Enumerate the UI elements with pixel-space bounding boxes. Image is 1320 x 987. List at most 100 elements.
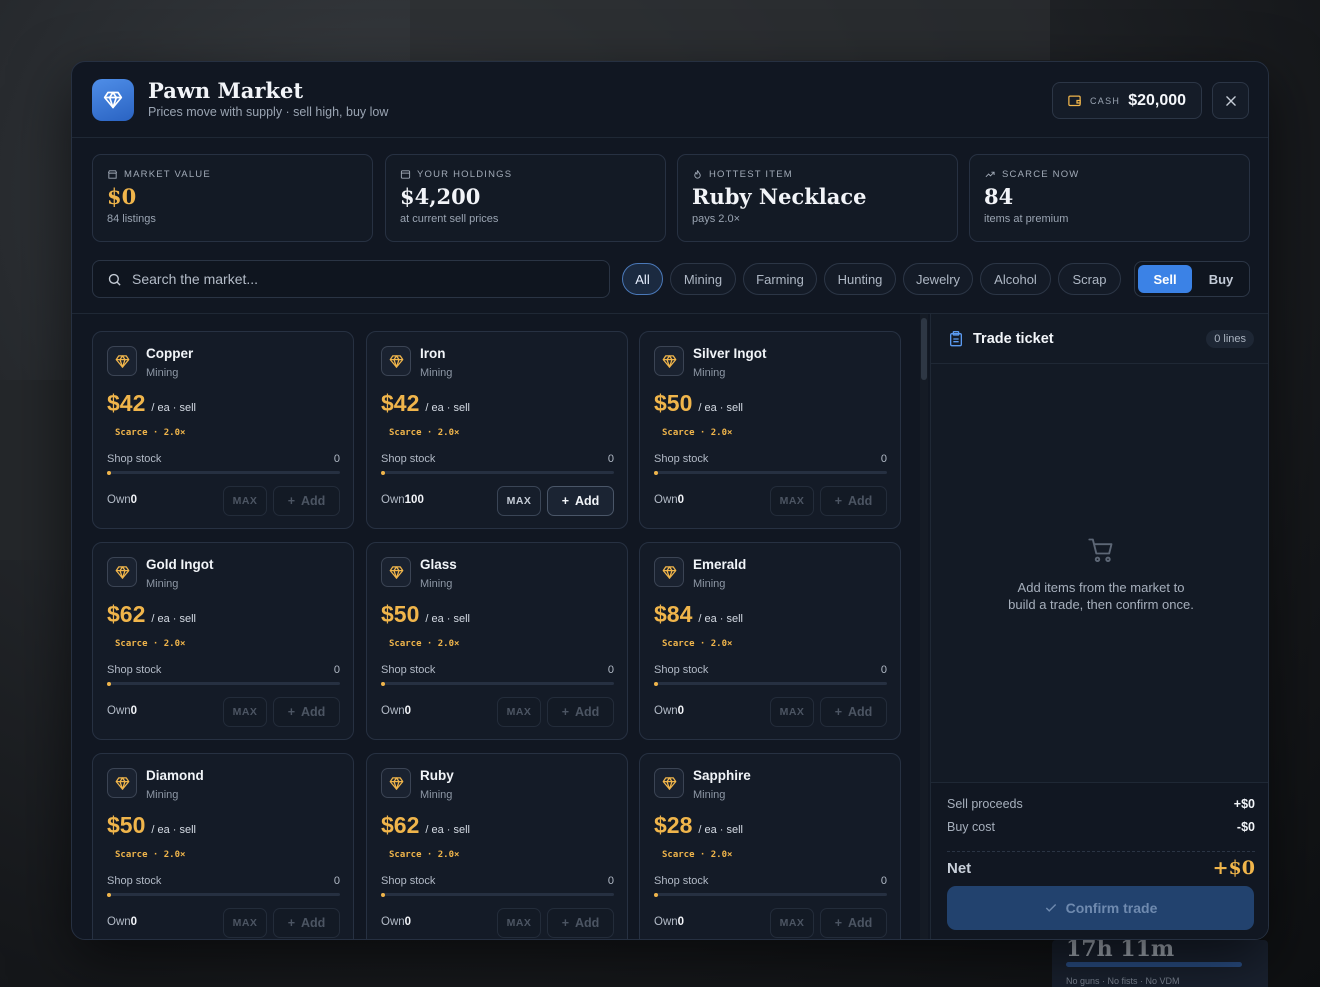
mode-sell-button[interactable]: Sell (1138, 265, 1192, 293)
scarce-badge: Scarce · 2.0× (389, 428, 460, 438)
background-wall (410, 0, 1050, 60)
price-unit: / ea · sell (151, 824, 197, 836)
own-value: 0 (130, 916, 138, 928)
max-button[interactable]: MAX (770, 908, 814, 938)
filter-farming[interactable]: Farming (743, 263, 817, 295)
wallet-icon (1068, 95, 1081, 107)
add-button[interactable]: + Add (547, 486, 614, 516)
filter-scrap[interactable]: Scrap (1058, 263, 1121, 295)
own-count: Own0 (654, 494, 684, 506)
confirm-trade-button[interactable]: Confirm trade (947, 886, 1254, 930)
item-card: Sapphire Mining $28 / ea · sell Scarce · 2.0… (639, 753, 901, 939)
stock-value: 0 (607, 453, 614, 465)
page-subtitle: Prices move with supply · sell high, buy… (148, 105, 389, 119)
stock-label: Shop stock (107, 453, 162, 465)
sell-proceeds-label: Sell proceeds (947, 797, 1023, 811)
price-value: $84 (654, 601, 693, 627)
item-card: Silver Ingot Mining $50 / ea · sell Scarce ·… (639, 331, 901, 529)
gem-icon (654, 768, 684, 798)
gem-icon (654, 346, 684, 376)
stock-bar-fill (107, 681, 111, 686)
stock-bar (381, 681, 614, 686)
max-button[interactable]: MAX (770, 486, 814, 516)
own-count: Own0 (107, 494, 137, 506)
max-button[interactable]: MAX (497, 908, 541, 938)
item-name: Emerald (693, 557, 747, 572)
item-card: Gold Ingot Mining $62 / ea · sell Scarce · 2… (92, 542, 354, 740)
max-button[interactable]: MAX (497, 697, 541, 727)
filter-all[interactable]: All (622, 263, 663, 295)
item-card: Glass Mining $50 / ea · sell Scarce · 2.0× Sh… (366, 542, 628, 740)
grid-scrollbar[interactable] (920, 314, 928, 939)
scarce-badge: Scarce · 2.0× (115, 639, 186, 649)
stock-value: 0 (607, 875, 614, 887)
item-category: Mining (693, 367, 726, 379)
add-button[interactable]: + Add (547, 908, 614, 938)
add-button[interactable]: + Add (820, 908, 887, 938)
mode-buy-button[interactable]: Buy (1195, 265, 1247, 293)
item-name: Silver Ingot (693, 346, 767, 361)
plus-icon: + (561, 705, 569, 719)
stat-holdings: YOUR HOLDINGS $4,200 at current sell pri… (385, 154, 666, 242)
max-button[interactable]: MAX (223, 908, 267, 938)
stat-value: $4,200 (400, 184, 481, 209)
max-button[interactable]: MAX (223, 697, 267, 727)
stock-value: 0 (333, 875, 340, 887)
stock-bar-fill (654, 892, 658, 897)
stat-value: Ruby Necklace (692, 184, 867, 209)
add-label: Add (301, 705, 326, 719)
price-unit: / ea · sell (698, 613, 744, 625)
ticket-title: Trade ticket (973, 331, 1054, 347)
stock-bar-fill (107, 470, 111, 475)
own-value: 0 (130, 705, 138, 717)
add-button[interactable]: + Add (273, 908, 340, 938)
hud-sub: No guns · No fists · No VDM (1066, 976, 1180, 986)
stock-label: Shop stock (654, 664, 709, 676)
item-price: $42 / ea · sell (381, 390, 470, 417)
stock-value: 0 (880, 664, 887, 676)
stock-bar-fill (381, 681, 385, 686)
add-button[interactable]: + Add (273, 697, 340, 727)
search-input[interactable] (132, 271, 572, 287)
stock-label: Shop stock (107, 664, 162, 676)
filter-jewelry[interactable]: Jewelry (903, 263, 973, 295)
max-button[interactable]: MAX (223, 486, 267, 516)
price-value: $28 (654, 812, 693, 838)
add-button[interactable]: + Add (820, 697, 887, 727)
stock-label: Shop stock (107, 875, 162, 887)
add-button[interactable]: + Add (273, 486, 340, 516)
gem-icon (381, 346, 411, 376)
close-button[interactable] (1212, 82, 1249, 119)
stat-label: SCARCE NOW (1002, 169, 1080, 180)
item-category: Mining (420, 367, 453, 379)
scarce-badge: Scarce · 2.0× (662, 639, 733, 649)
price-value: $50 (107, 812, 146, 838)
mode-switch: Sell Buy (1134, 261, 1250, 297)
max-button[interactable]: MAX (497, 486, 541, 516)
pawn-market-modal: Pawn Market Prices move with supply · se… (71, 61, 1269, 940)
add-button[interactable]: + Add (547, 697, 614, 727)
scarce-badge: Scarce · 2.0× (389, 639, 460, 649)
stat-value: 84 (984, 184, 1014, 209)
stock-label: Shop stock (654, 875, 709, 887)
filter-hunting[interactable]: Hunting (824, 263, 896, 295)
item-name: Diamond (146, 768, 204, 783)
stat-sub: at current sell prices (400, 213, 499, 225)
market-grid: Copper Mining $42/ ea · sell Scarce · 2.0× S… (72, 314, 930, 939)
plus-icon: + (834, 705, 842, 719)
filter-alcohol[interactable]: Alcohol (980, 263, 1051, 295)
gem-icon (107, 768, 137, 798)
own-value: 0 (677, 705, 685, 717)
filter-mining[interactable]: Mining (670, 263, 736, 295)
stock-bar (107, 681, 340, 686)
item-category: Mining (146, 789, 179, 801)
stock-bar (107, 892, 340, 897)
item-price: $62 / ea · sell (107, 601, 196, 628)
own-label: Own (107, 705, 131, 717)
gem-icon (107, 557, 137, 587)
add-button[interactable]: + Add (820, 486, 887, 516)
max-button[interactable]: MAX (770, 697, 814, 727)
plus-icon: + (287, 494, 295, 508)
background-hud: 17h 11m No guns · No fists · No VDM (1052, 936, 1268, 987)
scroll-thumb[interactable] (921, 318, 927, 380)
